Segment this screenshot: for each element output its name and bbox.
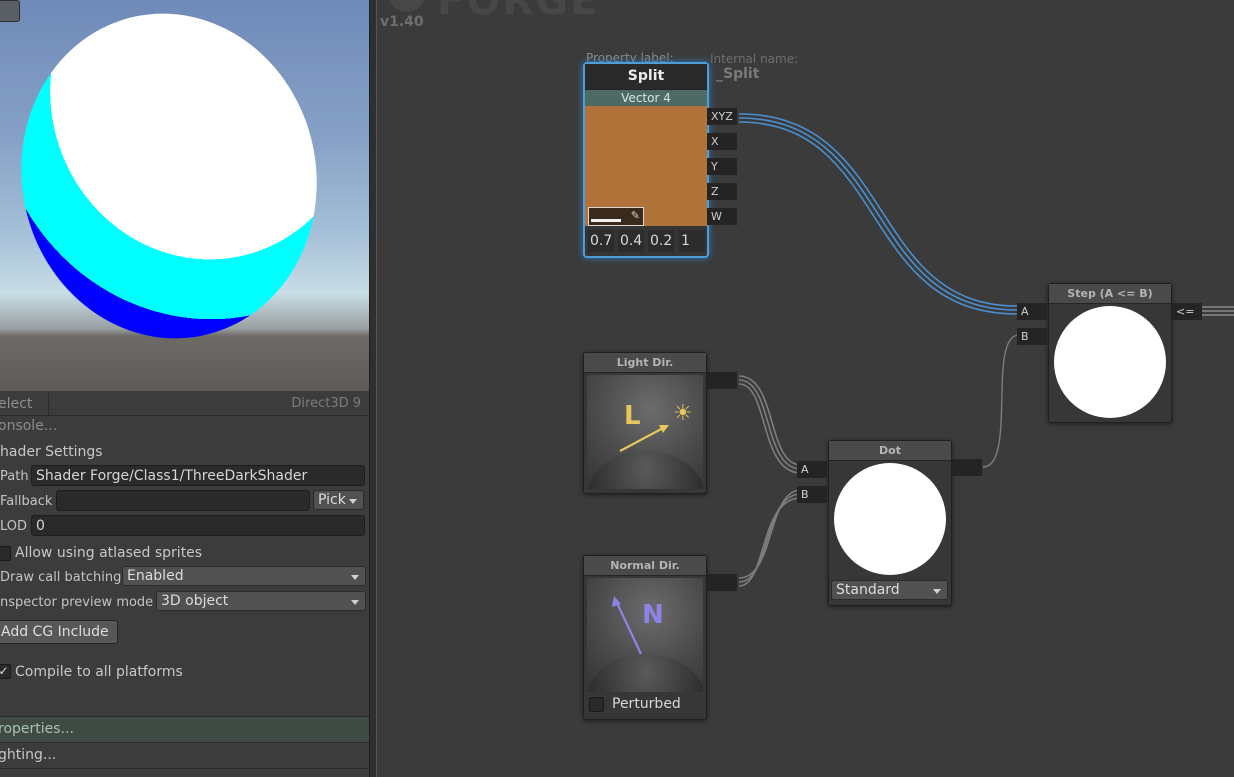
- draw-call-label: Draw call batching: [0, 570, 122, 585]
- pick-chevron-icon: [349, 499, 357, 504]
- dot-node-title[interactable]: Dot: [829, 441, 951, 461]
- normal-dir-title[interactable]: Normal Dir.: [584, 556, 706, 576]
- light-dir-node[interactable]: Light Dir. L ☀: [583, 352, 707, 494]
- dot-mode-chevron-icon: [933, 589, 941, 594]
- dot-input-b[interactable]: B: [797, 486, 827, 503]
- draw-call-dropdown[interactable]: Enabled: [122, 566, 366, 586]
- step-output[interactable]: <=: [1172, 303, 1202, 320]
- split-output-y[interactable]: Y: [707, 158, 737, 175]
- preview-mode-value: 3D object: [161, 593, 229, 609]
- preview-toggle-button[interactable]: [0, 0, 20, 22]
- light-dir-title[interactable]: Light Dir.: [584, 353, 706, 373]
- dot-output[interactable]: [952, 459, 982, 476]
- allow-atlased-checkbox[interactable]: [0, 546, 11, 561]
- vector-x-field[interactable]: 0.7: [588, 230, 615, 252]
- tab-divider: [48, 393, 49, 415]
- dot-mode-value: Standard: [836, 582, 900, 598]
- preview-sphere: [0, 0, 347, 367]
- draw-call-value: Enabled: [127, 568, 184, 584]
- fallback-label: Fallback: [0, 494, 53, 509]
- lod-field[interactable]: 0: [31, 515, 365, 536]
- split-output-z[interactable]: Z: [707, 183, 737, 200]
- renderer-label: Direct3D 9: [291, 396, 361, 411]
- split-output-x[interactable]: X: [707, 133, 737, 150]
- alpha-bar: [591, 219, 621, 222]
- preview-mode-dropdown[interactable]: 3D object: [156, 591, 366, 611]
- light-dir-output[interactable]: [707, 372, 737, 389]
- dot-mode-dropdown[interactable]: Standard: [831, 580, 948, 600]
- version-label: v1.40: [380, 14, 424, 30]
- light-arrow-icon: [619, 425, 669, 452]
- lighting-section[interactable]: ghting...: [0, 743, 369, 769]
- wire-dot-to-step-b: [982, 334, 1020, 468]
- split-vector4-node[interactable]: Split Vector 4 ✎ 0.7 0.4 0.2 1: [583, 62, 709, 258]
- color-picker-field[interactable]: ✎: [588, 207, 644, 226]
- light-dir-art: L ☀: [587, 375, 703, 489]
- wire-split-to-step-a: [738, 113, 1018, 315]
- normal-arrow-icon: [612, 596, 642, 655]
- path-field[interactable]: Shader Forge/Class1/ThreeDarkShader: [31, 465, 365, 486]
- step-node[interactable]: Step (A <= B): [1048, 283, 1172, 423]
- add-cg-include-button[interactable]: Add CG Include: [0, 620, 118, 644]
- split-output-xyz[interactable]: XYZ: [707, 108, 737, 125]
- step-preview: [1054, 306, 1166, 418]
- preview-tab-row: elect Direct3D 9: [0, 393, 369, 416]
- path-label: Path: [0, 469, 29, 484]
- allow-atlased-label: Allow using atlased sprites: [15, 545, 203, 561]
- vector-z-field[interactable]: 0.2: [648, 230, 675, 252]
- step-node-title[interactable]: Step (A <= B): [1049, 284, 1171, 304]
- internal-name-caption: Internal name:: [710, 52, 799, 66]
- step-input-b[interactable]: B: [1017, 328, 1047, 345]
- vector-y-field[interactable]: 0.4: [618, 230, 645, 252]
- wire-normaldir-to-dot-b: [738, 489, 802, 587]
- preview-mode-chevron-icon: [351, 600, 359, 605]
- split-output-w[interactable]: W: [707, 208, 737, 225]
- dot-preview: [834, 463, 946, 575]
- color-swatch[interactable]: ✎: [585, 106, 707, 226]
- properties-section-label: roperties...: [0, 721, 74, 737]
- panel-splitter[interactable]: [369, 0, 377, 777]
- perturbed-checkbox[interactable]: [589, 697, 604, 712]
- eyedropper-icon[interactable]: ✎: [631, 209, 640, 223]
- properties-section[interactable]: roperties...: [0, 716, 369, 743]
- split-node-title[interactable]: Split: [585, 64, 707, 89]
- pick-button[interactable]: Pick: [313, 490, 364, 510]
- normal-dir-output[interactable]: [707, 574, 737, 591]
- inspector-panel: elect Direct3D 9 onsole... hader Setting…: [0, 0, 369, 777]
- lighting-section-label: ghting...: [0, 747, 57, 763]
- draw-call-chevron-icon: [351, 575, 359, 580]
- node-canvas[interactable]: FORGE v1.40 Property label: Internal nam…: [377, 0, 1234, 777]
- vector-w-field[interactable]: 1: [679, 230, 705, 252]
- step-input-a[interactable]: A: [1017, 303, 1047, 320]
- lod-label: LOD: [0, 519, 28, 534]
- preview-mode-label: nspector preview mode: [0, 595, 154, 610]
- logo-text: FORGE: [437, 0, 600, 24]
- shader-preview-viewport[interactable]: [0, 0, 369, 391]
- console-row[interactable]: onsole...: [0, 418, 369, 438]
- normal-dir-art: N: [587, 578, 703, 692]
- dot-input-a[interactable]: A: [797, 461, 827, 478]
- pick-label: Pick: [318, 492, 346, 508]
- compile-all-checkbox[interactable]: ✓: [0, 664, 11, 679]
- fallback-field[interactable]: [56, 490, 310, 511]
- shader-settings-heading[interactable]: hader Settings: [0, 444, 369, 460]
- dot-node[interactable]: Dot Standard: [828, 440, 952, 606]
- wire-lightdir-to-dot-a: [738, 375, 802, 474]
- select-tab[interactable]: elect: [0, 396, 32, 412]
- internal-name-value[interactable]: _Split: [716, 66, 759, 82]
- compile-all-label: Compile to all platforms: [15, 664, 183, 680]
- perturbed-label: Perturbed: [612, 696, 681, 712]
- wire-step-output: [1201, 306, 1234, 316]
- console-toggle[interactable]: onsole...: [0, 418, 57, 434]
- shader-forge-logo-icon: [389, 0, 425, 12]
- normal-dir-node[interactable]: Normal Dir. N Perturbed: [583, 555, 707, 720]
